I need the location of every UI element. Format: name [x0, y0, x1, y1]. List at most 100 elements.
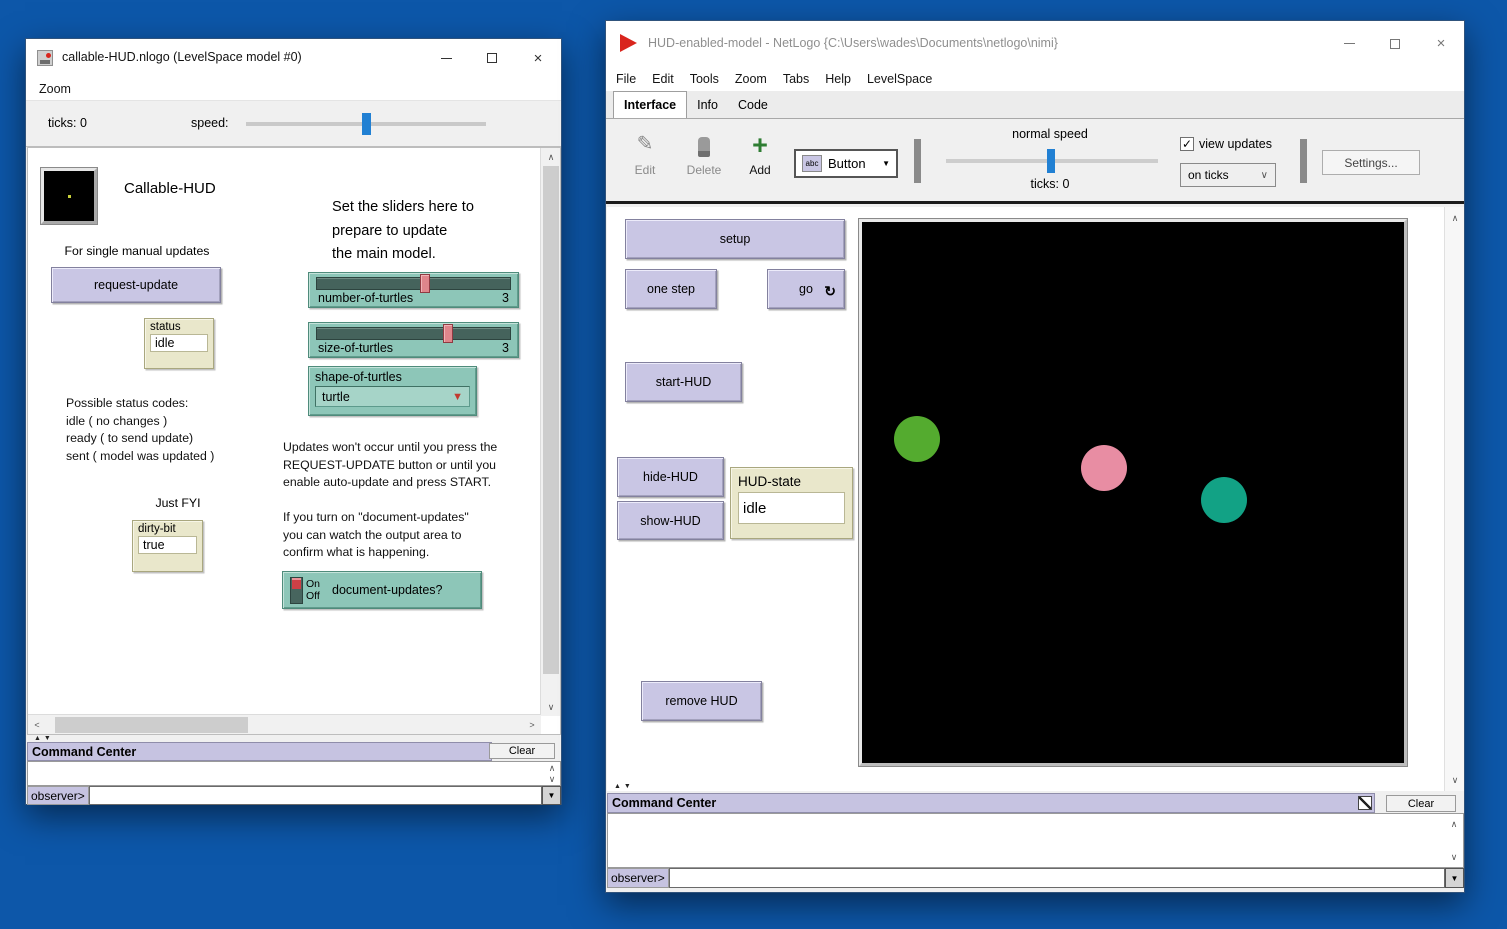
widget-type-dropdown[interactable]: abc Button ▼ — [794, 149, 898, 178]
shape-of-turtles-select[interactable]: turtle ▼ — [315, 386, 470, 407]
right-command-input[interactable] — [669, 868, 1445, 888]
scroll-down-icon[interactable]: ∨ — [1445, 773, 1465, 787]
left-minimize-button[interactable] — [423, 39, 469, 77]
switch-on-off-labels: On Off — [306, 578, 320, 602]
go-button[interactable]: go ↻ — [767, 269, 845, 309]
cc-scroll-down-icon[interactable]: ∨ — [1447, 851, 1461, 863]
switch-slot[interactable] — [290, 577, 303, 604]
tab-interface[interactable]: Interface — [613, 91, 687, 118]
menu-help[interactable]: Help — [817, 72, 859, 86]
menu-file[interactable]: File — [608, 72, 644, 86]
setup-button[interactable]: setup — [625, 219, 845, 259]
scroll-up-icon[interactable]: ∧ — [1445, 211, 1465, 225]
shape-of-turtles-value: turtle — [322, 390, 350, 404]
hide-hud-button[interactable]: hide-HUD — [617, 457, 724, 497]
right-cc-clear-button[interactable]: Clear — [1386, 795, 1456, 812]
document-note: If you turn on "document-updates" you ca… — [283, 509, 469, 562]
right-titlebar[interactable]: HUD-enabled-model - NetLogo {C:\Users\wa… — [606, 21, 1464, 66]
tab-info[interactable]: Info — [687, 91, 728, 118]
left-interface-area: Callable-HUD For single manual updates r… — [27, 147, 561, 735]
left-speed-slider-track[interactable] — [246, 122, 486, 126]
view-updates-control[interactable]: ✓ view updates — [1180, 137, 1272, 151]
switch-knob[interactable] — [292, 578, 301, 589]
dirty-bit-monitor: dirty-bit true — [132, 520, 203, 572]
right-vertical-scrollbar[interactable]: ∧ ∨ — [1444, 207, 1464, 791]
one-step-button[interactable]: one step — [625, 269, 717, 309]
cc-expand-icon[interactable] — [1358, 796, 1372, 810]
left-vertical-scrollbar[interactable]: ∧ ∨ — [540, 148, 560, 716]
right-history-dropdown-button[interactable]: ▼ — [1445, 868, 1464, 888]
left-titlebar[interactable]: callable-HUD.nlogo (LevelSpace model #0)… — [26, 39, 561, 77]
menu-zoom[interactable]: Zoom — [727, 72, 775, 86]
menu-levelspace[interactable]: LevelSpace — [859, 72, 940, 86]
document-updates-switch[interactable]: On Off document-updates? — [282, 571, 482, 609]
menu-tabs[interactable]: Tabs — [775, 72, 817, 86]
shape-of-turtles-chooser[interactable]: shape-of-turtles turtle ▼ — [308, 366, 477, 416]
right-close-button[interactable]: × — [1418, 21, 1464, 66]
checkmark-icon: ✓ — [1182, 137, 1192, 151]
right-interface-area: setup one step go ↻ start-HUD hide-HUD s… — [607, 207, 1464, 791]
right-minimize-button[interactable] — [1326, 21, 1372, 66]
toolbar-edit-button[interactable]: ✎ Edit — [622, 131, 668, 177]
size-of-turtles-slider[interactable]: size-of-turtles 3 — [308, 322, 519, 358]
size-of-turtles-track[interactable] — [316, 327, 511, 340]
status-codes-note: Possible status codes: idle ( no changes… — [66, 395, 214, 465]
minimize-icon — [1344, 43, 1355, 44]
view-updates-checkbox[interactable]: ✓ — [1180, 137, 1194, 151]
document-updates-switch-label: document-updates? — [332, 583, 443, 597]
left-cc-title: Command Center — [28, 745, 136, 759]
left-cc-output[interactable]: ∧ ∨ — [27, 761, 561, 786]
left-history-dropdown-button[interactable]: ▼ — [542, 786, 561, 805]
right-cc-output[interactable]: ∧ ∨ — [607, 813, 1464, 868]
left-cc-clear-button[interactable]: Clear — [489, 743, 555, 759]
scroll-right-icon[interactable]: > — [525, 715, 539, 735]
chooser-dropdown-icon: ▼ — [452, 391, 463, 403]
left-horizontal-scrollbar[interactable]: < > — [28, 714, 541, 734]
start-hud-button[interactable]: start-HUD — [625, 362, 742, 402]
right-cc-title: Command Center — [608, 796, 716, 810]
scroll-down-icon[interactable]: ∨ — [541, 700, 561, 714]
left-ticks-counter: ticks: 0 — [48, 116, 87, 130]
updates-note-line: REQUEST-UPDATE button or until you — [283, 457, 497, 475]
toolbar-separator — [914, 139, 921, 183]
menu-zoom[interactable]: Zoom — [26, 82, 79, 96]
right-speed-slider-track[interactable] — [946, 159, 1158, 163]
toolbar-delete-button[interactable]: Delete — [678, 131, 730, 177]
go-button-label: go — [799, 282, 813, 296]
left-command-input[interactable] — [89, 786, 542, 805]
right-menubar: File Edit Tools Zoom Tabs Help LevelSpac… — [606, 66, 1464, 91]
left-vscroll-thumb[interactable] — [543, 166, 559, 674]
right-cc-splitter[interactable]: ▲▼ — [614, 783, 634, 790]
left-hscroll-thumb[interactable] — [55, 717, 248, 733]
settings-button[interactable]: Settings... — [1322, 150, 1420, 175]
update-mode-dropdown[interactable]: on ticks ∨ — [1180, 163, 1276, 187]
cc-scroll-down-icon[interactable]: ∨ — [545, 774, 559, 784]
minimize-icon — [441, 58, 452, 59]
manual-updates-note: For single manual updates — [52, 244, 222, 258]
cc-scroll-up-icon[interactable]: ∧ — [545, 763, 559, 773]
close-icon: × — [1437, 36, 1446, 51]
cc-scroll-up-icon[interactable]: ∧ — [1447, 818, 1461, 830]
right-speed-slider-thumb[interactable] — [1047, 149, 1055, 173]
number-of-turtles-slider[interactable]: number-of-turtles 3 — [308, 272, 519, 308]
normal-speed-label: normal speed — [936, 127, 1164, 141]
show-hud-button[interactable]: show-HUD — [617, 501, 724, 540]
left-maximize-button[interactable] — [469, 39, 515, 77]
left-close-button[interactable]: × — [515, 39, 561, 77]
menu-tools[interactable]: Tools — [682, 72, 727, 86]
sliders-note: Set the sliders here to prepare to updat… — [332, 196, 474, 267]
left-speed-slider-thumb[interactable] — [362, 113, 371, 135]
number-of-turtles-track[interactable] — [316, 277, 511, 290]
scroll-up-icon[interactable]: ∧ — [541, 150, 561, 164]
menu-edit[interactable]: Edit — [644, 72, 682, 86]
request-update-button[interactable]: request-update — [51, 267, 221, 303]
right-maximize-button[interactable] — [1372, 21, 1418, 66]
updates-note-line: Updates won't occur until you press the — [283, 439, 497, 457]
tab-code[interactable]: Code — [728, 91, 778, 118]
right-window-title: HUD-enabled-model - NetLogo {C:\Users\wa… — [648, 36, 1058, 50]
scroll-left-icon[interactable]: < — [30, 715, 44, 735]
left-cc-splitter[interactable]: ▲▼ — [34, 735, 54, 742]
toolbar-add-button[interactable]: + Add — [740, 129, 780, 177]
remove-hud-button[interactable]: remove HUD — [641, 681, 762, 721]
pencil-icon: ✎ — [622, 131, 668, 163]
